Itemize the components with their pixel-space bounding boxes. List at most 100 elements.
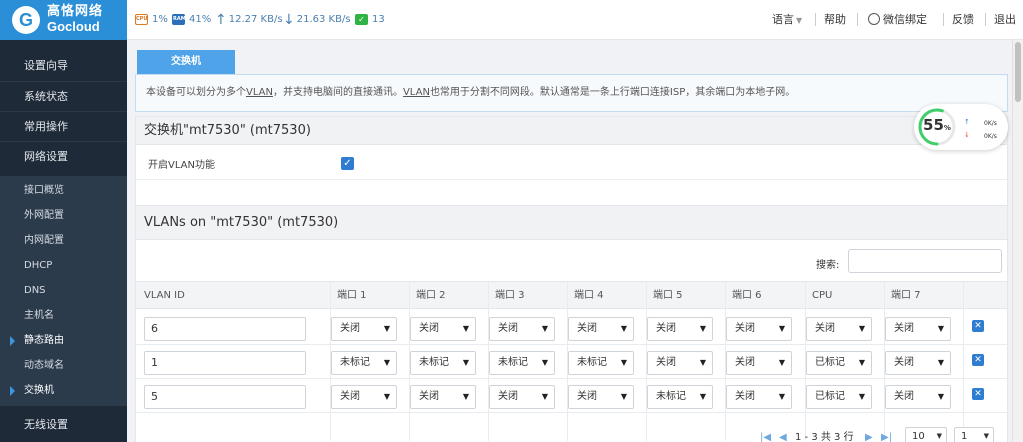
col-port-2: 端口 2 bbox=[416, 290, 446, 301]
select-value: 关闭 bbox=[735, 357, 755, 368]
wechat-bind-label: 微信绑定 bbox=[883, 13, 927, 26]
top-bar: G 高恪网络 Gocloud CPU 1% RAM 41% ↑ 12.27 KB/s … bbox=[0, 0, 1023, 40]
vlan-id-input[interactable]: 6 bbox=[144, 317, 306, 341]
first-page-icon[interactable]: |◀ bbox=[760, 431, 771, 442]
select-value: 关闭 bbox=[894, 391, 914, 402]
port-4-select[interactable]: 关闭 ▼ bbox=[568, 385, 634, 409]
page-size-select[interactable]: 10 ▼ bbox=[905, 427, 947, 442]
language-menu[interactable]: 语言 ▼ bbox=[772, 12, 802, 28]
port-5-select[interactable]: 未标记 ▼ bbox=[647, 385, 713, 409]
port-1-select[interactable]: 关闭 ▼ bbox=[331, 317, 397, 341]
last-page-icon[interactable]: ▶| bbox=[881, 431, 892, 442]
caret-right-icon bbox=[10, 386, 15, 396]
sidebar-subitem-ddns[interactable]: 动态域名 bbox=[0, 353, 127, 378]
port-3-select[interactable]: 关闭 ▼ bbox=[489, 385, 555, 409]
sidebar: 设置向导 系统状态 常用操作 网络设置 接口概览 外网配置 内网配置 DHCP … bbox=[0, 40, 127, 442]
prev-page-icon[interactable]: ◀ bbox=[779, 431, 787, 442]
port-4-select[interactable]: 关闭 ▼ bbox=[568, 317, 634, 341]
speed-gauge-widget[interactable]: 55% ↑ 0K/s ↓ 0K/s bbox=[914, 104, 1008, 150]
cpu-usage-value: 1% bbox=[152, 14, 168, 25]
select-value: 关闭 bbox=[498, 391, 518, 402]
next-page-icon[interactable]: ▶ bbox=[865, 431, 873, 442]
language-label: 语言 bbox=[772, 13, 794, 26]
download-speed-value: 21.63 KB/s bbox=[296, 14, 351, 25]
select-value: 关闭 bbox=[577, 391, 597, 402]
cpu-usage: CPU 1% bbox=[135, 12, 168, 28]
port-6-select[interactable]: 关闭 ▼ bbox=[726, 385, 792, 409]
select-value: 关闭 bbox=[498, 323, 518, 334]
download-arrow-icon: ↓ bbox=[283, 12, 295, 28]
percent-sign: % bbox=[943, 124, 951, 132]
cpu-select[interactable]: 关闭 ▼ bbox=[806, 317, 872, 341]
port-1-select[interactable]: 未标记 ▼ bbox=[331, 351, 397, 375]
search-label: 搜索: bbox=[816, 260, 840, 271]
sidebar-subitem-static-route-label: 静态路由 bbox=[24, 335, 64, 346]
cpu-select[interactable]: 已标记 ▼ bbox=[806, 385, 872, 409]
sidebar-subitem-static-route[interactable]: 静态路由 bbox=[0, 328, 127, 353]
port-2-select[interactable]: 关闭 ▼ bbox=[410, 317, 476, 341]
cpu-select[interactable]: 已标记 ▼ bbox=[806, 351, 872, 375]
port-3-select[interactable]: 关闭 ▼ bbox=[489, 317, 555, 341]
feedback-link[interactable]: 反馈 bbox=[952, 12, 974, 28]
scrollbar-thumb[interactable] bbox=[1015, 42, 1021, 102]
sidebar-subitem-dns[interactable]: DNS bbox=[0, 278, 127, 303]
port-2-select[interactable]: 关闭 ▼ bbox=[410, 385, 476, 409]
sidebar-subitem-wan[interactable]: 外网配置 bbox=[0, 203, 127, 228]
port-3-select[interactable]: 未标记 ▼ bbox=[489, 351, 555, 375]
col-port-7: 端口 7 bbox=[891, 290, 921, 301]
logout-link[interactable]: 退出 bbox=[994, 12, 1016, 28]
sidebar-subitem-hostname[interactable]: 主机名 bbox=[0, 303, 127, 328]
port-5-select[interactable]: 关闭 ▼ bbox=[647, 317, 713, 341]
sidebar-item-system-status[interactable]: 系统状态 bbox=[0, 81, 127, 111]
dropdown-arrow-icon: ▼ bbox=[936, 432, 942, 440]
port-4-select[interactable]: 未标记 ▼ bbox=[568, 351, 634, 375]
upload-arrow-icon: ↑ bbox=[215, 12, 227, 28]
port-5-select[interactable]: 关闭 ▼ bbox=[647, 351, 713, 375]
vlan-id-input[interactable]: 5 bbox=[144, 385, 306, 409]
down-arrow-icon: ↓ bbox=[964, 131, 970, 139]
sidebar-subitem-interface-overview[interactable]: 接口概览 bbox=[0, 178, 127, 203]
select-value: 未标记 bbox=[577, 357, 607, 368]
port-6-select[interactable]: 关闭 ▼ bbox=[726, 317, 792, 341]
wechat-status[interactable]: ✓ 13 bbox=[355, 12, 385, 28]
port-2-select[interactable]: 未标记 ▼ bbox=[410, 351, 476, 375]
divider bbox=[985, 13, 986, 26]
port-7-select[interactable]: 关闭 ▼ bbox=[885, 385, 951, 409]
select-value: 未标记 bbox=[498, 357, 528, 368]
help-link[interactable]: 帮助 bbox=[824, 12, 846, 28]
delete-row-button[interactable]: ✕ bbox=[972, 354, 984, 366]
tab-switch[interactable]: 交换机 bbox=[137, 50, 235, 74]
vlan-panel-title: VLANs on "mt7530" (mt7530) bbox=[136, 206, 1007, 240]
desc-text: 本设备可以划分为多个 bbox=[146, 87, 246, 98]
ram-usage: RAM 41% bbox=[172, 12, 211, 28]
dropdown-arrow-icon: ▼ bbox=[983, 432, 989, 440]
brand-logo[interactable]: G 高恪网络 Gocloud bbox=[0, 0, 127, 40]
search-input[interactable] bbox=[848, 249, 1002, 273]
page-number-select[interactable]: 1 ▼ bbox=[954, 427, 994, 442]
sidebar-subitem-switch[interactable]: 交换机 bbox=[0, 378, 127, 403]
port-7-select[interactable]: 关闭 ▼ bbox=[885, 317, 951, 341]
table-row: 5 关闭 ▼ 关闭 ▼ 关闭 ▼ 关闭 ▼ 未标记 ▼ 关闭 ▼ 已标记 ▼ 关闭 ▼ ✕ bbox=[136, 379, 1007, 413]
select-value: 未标记 bbox=[419, 357, 449, 368]
sidebar-subitem-lan[interactable]: 内网配置 bbox=[0, 228, 127, 253]
vlan-id-input[interactable]: 1 bbox=[144, 351, 306, 375]
sidebar-item-network-settings[interactable]: 网络设置 bbox=[0, 141, 127, 171]
select-value: 已标记 bbox=[815, 357, 845, 368]
sidebar-item-common-ops[interactable]: 常用操作 bbox=[0, 111, 127, 141]
sidebar-subitem-dhcp[interactable]: DHCP bbox=[0, 253, 127, 278]
delete-row-button[interactable]: ✕ bbox=[972, 320, 984, 332]
scrollbar[interactable] bbox=[1012, 40, 1023, 442]
dropdown-arrow-icon: ▼ bbox=[937, 392, 944, 401]
port-7-select[interactable]: 关闭 ▼ bbox=[885, 351, 951, 375]
port-1-select[interactable]: 关闭 ▼ bbox=[331, 385, 397, 409]
select-value: 关闭 bbox=[735, 323, 755, 334]
port-6-select[interactable]: 关闭 ▼ bbox=[726, 351, 792, 375]
delete-row-button[interactable]: ✕ bbox=[972, 388, 984, 400]
sidebar-item-setup-wizard[interactable]: 设置向导 bbox=[0, 51, 127, 81]
wechat-bind-link[interactable]: 微信绑定 bbox=[868, 12, 927, 28]
enable-vlan-checkbox[interactable]: ✓ bbox=[341, 157, 354, 170]
gauge-down-speed: 0K/s bbox=[984, 133, 997, 140]
dropdown-arrow-icon: ▼ bbox=[858, 358, 865, 367]
sidebar-item-wireless[interactable]: 无线设置 bbox=[0, 410, 127, 440]
wechat-count: 13 bbox=[372, 14, 385, 25]
